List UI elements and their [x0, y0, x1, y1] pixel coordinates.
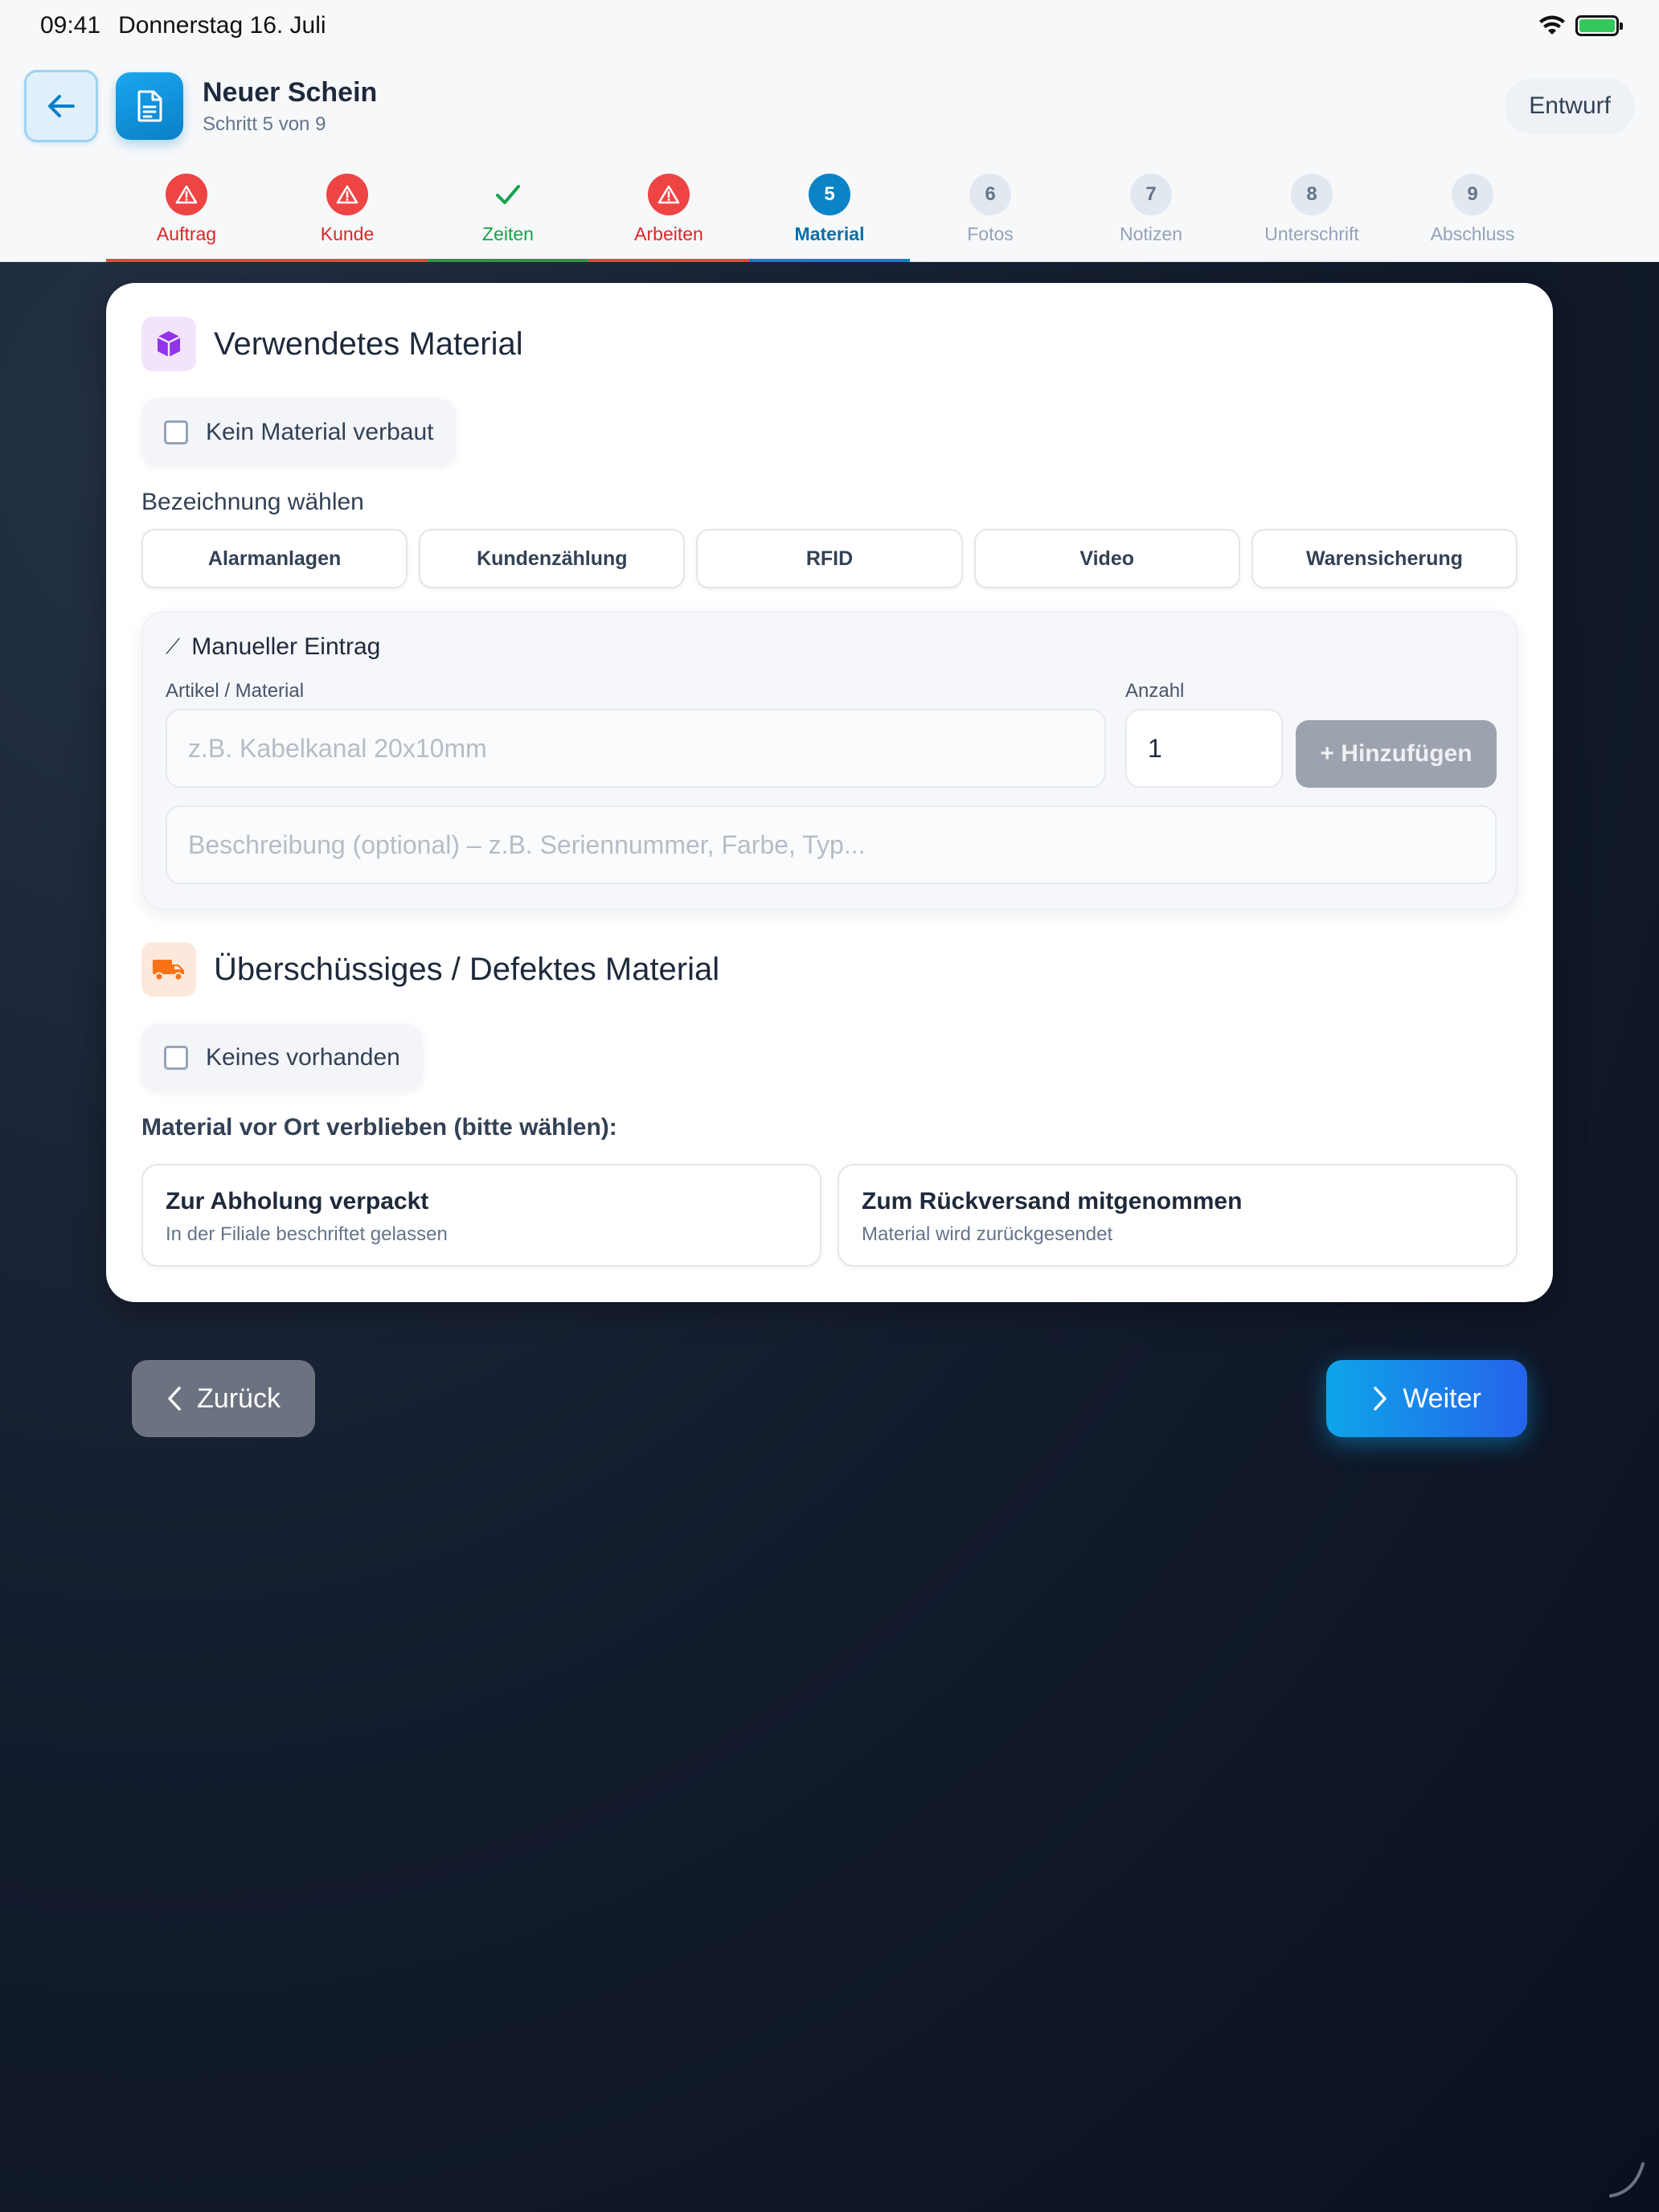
warning-icon: [166, 174, 207, 215]
step-number: 8: [1291, 174, 1333, 215]
step-indicator: Schritt 5 von 9: [203, 113, 326, 135]
description-input[interactable]: Beschreibung (optional) – z.B. Seriennum…: [166, 805, 1497, 884]
status-date: Donnerstag 16. Juli: [118, 12, 326, 39]
manual-entry-panel: ⟋ Manueller Eintrag Artikel / Material A…: [141, 611, 1518, 910]
tab-label: Notizen: [1120, 223, 1182, 244]
pencil-icon: ⟋: [166, 634, 181, 658]
tab-label: Auftrag: [156, 223, 217, 244]
none-available-checkbox[interactable]: Keines vorhanden: [141, 1024, 423, 1092]
option-return-shipment[interactable]: Zum Rückversand mitgenommen Material wir…: [838, 1164, 1518, 1267]
tab-label: Abschluss: [1430, 223, 1515, 244]
used-material-header: Verwendetes Material: [141, 317, 523, 371]
header: Neuer Schein Schritt 5 von 9 Entwurf: [24, 69, 1635, 143]
no-material-checkbox[interactable]: Kein Material verbaut: [141, 399, 457, 466]
checkbox[interactable]: [164, 1046, 188, 1070]
tab-label: Zeiten: [482, 223, 534, 244]
tab-label: Material: [794, 223, 865, 244]
chip-alarmanlagen[interactable]: Alarmanlagen: [141, 529, 408, 588]
tab-arbeiten[interactable]: Arbeiten: [588, 174, 749, 262]
step-number: 6: [969, 174, 1011, 215]
document-icon: [116, 72, 183, 140]
back-button-label: Zurück: [197, 1382, 281, 1414]
cube-icon: [141, 317, 196, 371]
category-chips: Alarmanlagen Kundenzählung RFID Video Wa…: [141, 529, 1518, 588]
resize-handle-icon: [1609, 2162, 1645, 2198]
option-title: Zur Abholung verpackt: [166, 1188, 429, 1215]
truck-icon: [141, 942, 196, 997]
tab-kunde[interactable]: Kunde: [267, 174, 428, 262]
arrow-left-icon: [48, 95, 75, 117]
tab-label: Arbeiten: [634, 223, 703, 244]
article-input[interactable]: z.B. Kabelkanal 20x10mm: [166, 709, 1106, 788]
surplus-material-header: Überschüssiges / Defektes Material: [141, 942, 719, 997]
back-arrow-button[interactable]: [24, 70, 98, 142]
tab-label: Kunde: [320, 223, 375, 244]
material-card: Verwendetes Material Kein Material verba…: [106, 283, 1553, 1302]
step-tabs: Auftrag Kunde Zeiten Arbeiten 5 Material…: [106, 174, 1553, 262]
option-subtitle: In der Filiale beschriftet gelassen: [166, 1223, 448, 1245]
top-bar: 09:41 Donnerstag 16. Juli Neuer Schein S…: [0, 0, 1659, 262]
status-bar: 09:41 Donnerstag 16. Juli: [0, 0, 1659, 51]
battery-icon: [1575, 15, 1623, 36]
step-number: 9: [1452, 174, 1493, 215]
checkbox-label: Keines vorhanden: [206, 1044, 400, 1071]
chip-rfid[interactable]: RFID: [696, 529, 963, 588]
tab-notizen[interactable]: 7 Notizen: [1071, 174, 1231, 262]
remaining-material-question: Material vor Ort verblieben (bitte wähle…: [141, 1114, 617, 1141]
chevron-right-icon: [1374, 1387, 1387, 1411]
chip-kundenzaehlung[interactable]: Kundenzählung: [419, 529, 686, 588]
chevron-left-icon: [168, 1387, 181, 1411]
warning-icon: [326, 174, 368, 215]
chip-warensicherung[interactable]: Warensicherung: [1251, 529, 1518, 588]
chip-video[interactable]: Video: [973, 529, 1240, 588]
tab-label: Unterschrift: [1264, 223, 1359, 244]
checkbox-label: Kein Material verbaut: [206, 419, 434, 445]
add-button[interactable]: + Hinzufügen: [1296, 720, 1497, 788]
manual-entry-title: Manueller Eintrag: [191, 633, 381, 660]
checkbox[interactable]: [164, 420, 188, 444]
tab-abschluss[interactable]: 9 Abschluss: [1392, 174, 1553, 262]
tab-zeiten[interactable]: Zeiten: [428, 174, 588, 262]
tab-unterschrift[interactable]: 8 Unterschrift: [1231, 174, 1392, 262]
option-subtitle: Material wird zurückgesendet: [862, 1223, 1113, 1245]
status-time: 09:41: [40, 12, 101, 39]
next-button[interactable]: Weiter: [1326, 1360, 1527, 1437]
step-number: 5: [809, 174, 850, 215]
section-title: Verwendetes Material: [214, 326, 523, 362]
quantity-input[interactable]: 1: [1125, 709, 1283, 788]
tab-material[interactable]: 5 Material: [749, 174, 910, 262]
next-button-label: Weiter: [1403, 1382, 1481, 1414]
wifi-icon: [1539, 15, 1565, 35]
option-pickup-packed[interactable]: Zur Abholung verpackt In der Filiale bes…: [141, 1164, 821, 1267]
tab-label: Fotos: [967, 223, 1014, 244]
back-button[interactable]: Zurück: [132, 1360, 315, 1437]
status-badge: Entwurf: [1505, 78, 1635, 134]
option-title: Zum Rückversand mitgenommen: [862, 1188, 1243, 1215]
warning-icon: [648, 174, 690, 215]
article-label: Artikel / Material: [166, 680, 305, 702]
page-title: Neuer Schein: [203, 76, 378, 108]
check-icon: [487, 174, 529, 215]
step-number: 7: [1130, 174, 1172, 215]
section-title: Überschüssiges / Defektes Material: [214, 951, 720, 987]
quantity-label: Anzahl: [1125, 680, 1185, 702]
choose-label: Bezeichnung wählen: [141, 489, 364, 515]
tab-auftrag[interactable]: Auftrag: [106, 174, 267, 262]
tab-fotos[interactable]: 6 Fotos: [910, 174, 1071, 262]
